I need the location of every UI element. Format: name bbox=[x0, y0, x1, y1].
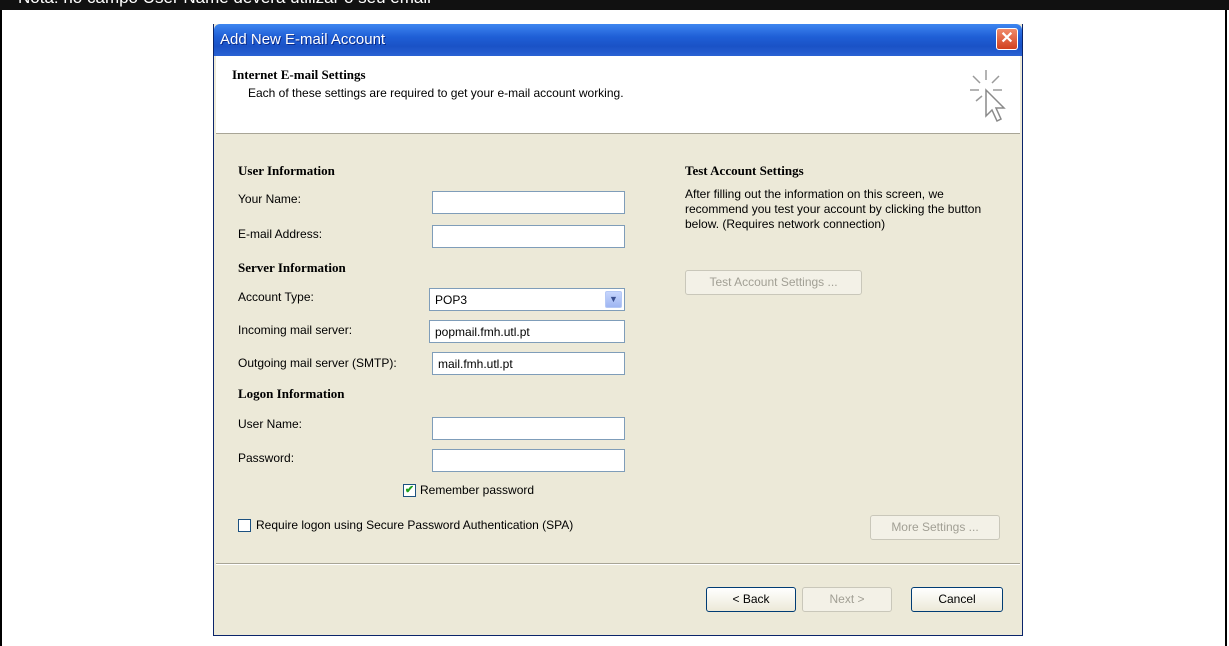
chevron-down-icon[interactable]: ▼ bbox=[605, 291, 622, 308]
spa-checkbox[interactable] bbox=[238, 519, 251, 532]
your-name-label: Your Name: bbox=[238, 192, 301, 206]
your-name-field[interactable] bbox=[432, 191, 625, 214]
header-subtitle: Each of these settings are required to g… bbox=[248, 86, 624, 100]
header-title: Internet E-mail Settings bbox=[232, 67, 366, 82]
username-label: User Name: bbox=[238, 417, 303, 431]
cursor-sparkle-icon bbox=[970, 70, 1006, 123]
email-address-label: E-mail Address: bbox=[238, 227, 323, 241]
window-title: Add New E-mail Account bbox=[220, 31, 386, 48]
server-info-heading: Server Information bbox=[238, 260, 346, 275]
close-button[interactable]: ✕ bbox=[996, 28, 1018, 50]
more-settings-button[interactable]: More Settings ... bbox=[870, 515, 1000, 540]
note-banner: Nota: no campo User Name deverá utilizar… bbox=[0, 0, 1229, 10]
outgoing-server-label: Outgoing mail server (SMTP): bbox=[238, 356, 397, 370]
account-type-label: Account Type: bbox=[238, 290, 314, 304]
add-email-account-dialog: Add New E-mail Account ✕ Internet E-mail… bbox=[213, 24, 1023, 636]
footer-divider bbox=[216, 563, 1020, 565]
title-bar[interactable]: Add New E-mail Account ✕ bbox=[214, 24, 1022, 56]
user-info-heading: User Information bbox=[238, 163, 335, 178]
email-address-field[interactable] bbox=[432, 225, 625, 248]
test-account-settings-button[interactable]: Test Account Settings ... bbox=[685, 270, 862, 295]
next-button[interactable]: Next > bbox=[802, 587, 892, 612]
remember-password-checkbox[interactable]: ✔ bbox=[403, 484, 416, 497]
password-field[interactable] bbox=[432, 449, 625, 472]
spa-label: Require logon using Secure Password Auth… bbox=[256, 518, 574, 532]
password-label: Password: bbox=[238, 451, 295, 465]
back-button[interactable]: < Back bbox=[706, 587, 796, 612]
header-panel: Internet E-mail Settings Each of these s… bbox=[216, 56, 1020, 134]
remember-password-label: Remember password bbox=[420, 483, 535, 497]
incoming-server-label: Incoming mail server: bbox=[238, 323, 353, 337]
username-field[interactable] bbox=[432, 417, 625, 440]
test-settings-help: After filling out the information on thi… bbox=[685, 187, 982, 231]
cancel-button[interactable]: Cancel bbox=[911, 587, 1003, 612]
account-type-value: POP3 bbox=[435, 293, 468, 307]
test-settings-heading: Test Account Settings bbox=[685, 163, 804, 178]
incoming-server-field[interactable]: popmail.fmh.utl.pt bbox=[429, 320, 625, 343]
note-text: Nota: no campo User Name deverá utilizar… bbox=[18, 0, 431, 8]
outgoing-server-field[interactable]: mail.fmh.utl.pt bbox=[432, 352, 625, 375]
logon-info-heading: Logon Information bbox=[238, 386, 345, 401]
account-type-select[interactable]: POP3 ▼ bbox=[429, 288, 625, 311]
